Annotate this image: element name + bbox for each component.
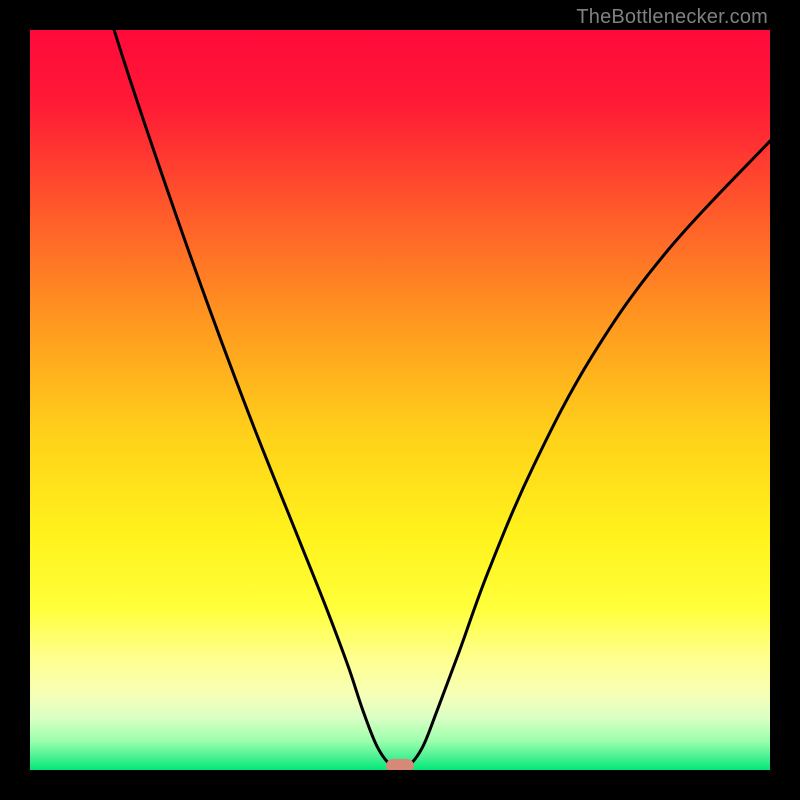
- watermark-text: TheBottlenecker.com: [576, 6, 768, 29]
- bottleneck-curve: [30, 30, 770, 770]
- plot-area: [30, 30, 770, 770]
- chart-frame: TheBottlenecker.com: [0, 0, 800, 800]
- min-marker: [386, 759, 414, 770]
